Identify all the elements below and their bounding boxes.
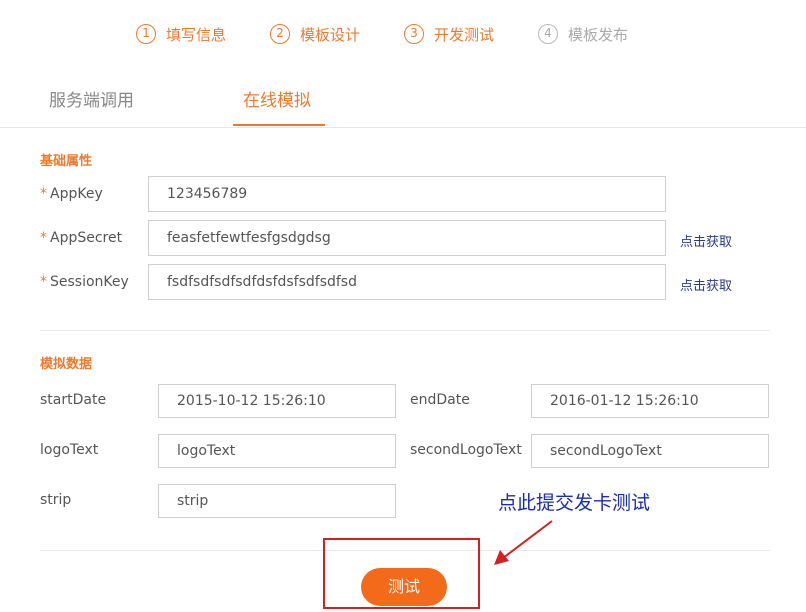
appsecret-label-text: AppSecret [50, 230, 123, 246]
step-number: 2 [270, 24, 290, 44]
appkey-label: * AppKey [40, 186, 103, 202]
active-tab-indicator [233, 124, 325, 126]
step-dev-test: 3 开发测试 [404, 22, 494, 46]
appkey-label-text: AppKey [50, 186, 103, 202]
tab-server-call[interactable]: 服务端调用 [49, 86, 134, 111]
enddate-input[interactable]: 2016-01-12 15:26:10 [531, 384, 769, 418]
strip-label: strip [40, 492, 72, 508]
step-progress: 1 填写信息 2 模板设计 3 开发测试 4 模板发布 [0, 22, 806, 46]
startdate-input[interactable]: 2015-10-12 15:26:10 [158, 384, 396, 418]
section-title-basic: 基础属性 [40, 154, 93, 169]
step-publish: 4 模板发布 [538, 22, 628, 46]
step-template-design: 2 模板设计 [270, 22, 360, 46]
step-number: 1 [136, 24, 156, 44]
strip-input[interactable]: strip [158, 484, 396, 518]
tab-online-mock[interactable]: 在线模拟 [243, 86, 311, 111]
appsecret-input[interactable]: feasfetfewtfesfgsdgdsg [148, 220, 666, 256]
step-label: 模板发布 [568, 25, 629, 44]
fetch-sessionkey-link[interactable]: 点击获取 [680, 275, 732, 294]
annotation-text: 点此提交发卡测试 [498, 492, 651, 514]
required-mark: * [40, 230, 47, 246]
step-fill-info: 1 填写信息 [136, 22, 226, 46]
sessionkey-label: * SessionKey [40, 274, 129, 290]
startdate-label: startDate [40, 392, 107, 408]
logotext-input[interactable]: logoText [158, 434, 396, 468]
step-label: 开发测试 [434, 25, 495, 44]
required-mark: * [40, 274, 47, 290]
step-number: 4 [538, 24, 558, 44]
enddate-label: endDate [410, 392, 470, 408]
section-title-mock: 模拟数据 [40, 357, 93, 372]
tab-bar: 服务端调用 在线模拟 [0, 76, 806, 128]
page: 1 填写信息 2 模板设计 3 开发测试 4 模板发布 服务端调用 在线模拟 基… [0, 0, 806, 612]
sessionkey-label-text: SessionKey [50, 274, 129, 290]
sessionkey-input[interactable]: fsdfsdfsdfsdfdsfdsfsdfsdfsd [148, 264, 666, 300]
step-label: 填写信息 [166, 25, 227, 44]
section-divider [40, 330, 770, 331]
logotext-label: logoText [40, 442, 99, 458]
appsecret-label: * AppSecret [40, 230, 122, 246]
secondlogotext-label: secondLogoText [410, 442, 522, 458]
appkey-input[interactable]: 123456789 [148, 176, 666, 212]
required-mark: * [40, 186, 47, 202]
fetch-appsecret-link[interactable]: 点击获取 [680, 231, 732, 250]
step-number: 3 [404, 24, 424, 44]
test-submit-button[interactable]: 测试 [361, 568, 447, 606]
secondlogotext-input[interactable]: secondLogoText [531, 434, 769, 468]
step-label: 模板设计 [300, 25, 361, 44]
